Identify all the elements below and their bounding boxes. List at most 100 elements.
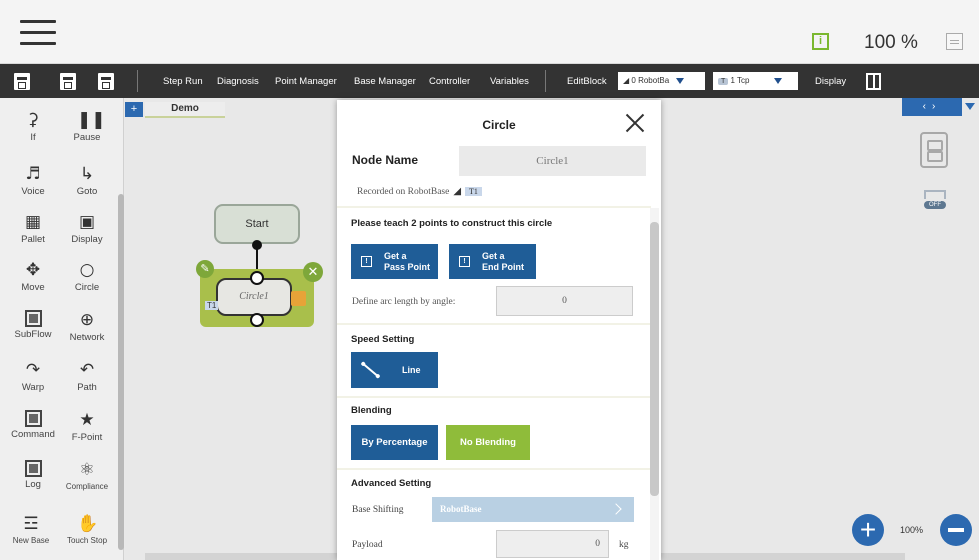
point-icon: ! [361, 256, 372, 267]
tab-nav-arrows[interactable]: ‹› [902, 98, 962, 116]
sidebar-item-label: If [30, 132, 36, 143]
output-port[interactable] [250, 313, 264, 327]
sidebar-item-label: Log [25, 479, 41, 490]
hamburger-menu-icon[interactable] [20, 20, 56, 46]
sidebar-scrollbar[interactable] [118, 194, 124, 550]
node-name-input[interactable] [459, 146, 646, 176]
circle-icon: ○ [79, 260, 95, 280]
sidebar-item-if[interactable]: ⚳ If [6, 110, 60, 143]
new-base-icon: ☲ [23, 514, 39, 534]
connector-dot [252, 240, 262, 250]
sidebar-item-label: Network [69, 332, 105, 343]
tcp-dropdown-value: 1 Tcp [730, 76, 750, 85]
display-button[interactable]: Display [815, 76, 846, 87]
chevron-right-icon [610, 503, 622, 515]
zoom-in-button[interactable]: + [852, 514, 884, 546]
zoom-level: 100% [900, 525, 924, 535]
base-manager-button[interactable]: Base Manager [354, 76, 416, 87]
dialog-scrollbar[interactable] [650, 222, 659, 496]
sidebar-item-log[interactable]: Log [6, 460, 60, 490]
step-run-button[interactable]: Step Run [163, 76, 203, 87]
display-icon: ▣ [78, 212, 96, 232]
by-percentage-button[interactable]: By Percentage [351, 425, 438, 460]
pause-icon: ❚❚ [77, 110, 106, 130]
sidebar-item-new-base[interactable]: ☲ New Base [4, 514, 58, 545]
get-pass-point-button[interactable]: ! Get a Pass Point [351, 244, 438, 279]
get-end-point-button[interactable]: ! Get a End Point [449, 244, 536, 279]
controller-button[interactable]: Controller [429, 76, 470, 87]
point-manager-button[interactable]: Point Manager [275, 76, 337, 87]
sidebar-item-circle[interactable]: ○ Circle [60, 260, 114, 293]
sidebar-item-subflow[interactable]: SubFlow [6, 310, 60, 340]
variables-button[interactable]: Variables [490, 76, 529, 87]
section-divider [337, 468, 651, 470]
sidebar-item-f-point[interactable]: ★ F-Point [60, 410, 114, 443]
arc-angle-label: Define arc length by angle: [352, 297, 456, 307]
recorded-on-text: Recorded on RobotBase [357, 187, 450, 197]
speed-percentage[interactable]: 100 % [864, 32, 918, 54]
button-label: Get a End Point [482, 251, 524, 272]
tcp-tag: T [718, 78, 729, 85]
minimize-icon[interactable] [946, 33, 963, 50]
delete-node-icon[interactable]: ✕ [303, 262, 323, 282]
chevron-down-icon[interactable] [965, 103, 975, 110]
edit-pencil-icon[interactable]: ✎ [196, 260, 214, 278]
payload-input[interactable] [496, 530, 609, 558]
log-icon [24, 460, 42, 477]
toolbar-divider [137, 70, 138, 92]
goto-arrow-icon: ↳ [79, 164, 95, 184]
base-shifting-label: Base Shifting [352, 505, 404, 515]
base-dropdown-value: 0 RobotBa [631, 76, 670, 85]
tab-demo[interactable]: Demo [145, 102, 225, 118]
sidebar-item-pallet[interactable]: ▦ Pallet [6, 212, 60, 245]
sidebar-item-pause[interactable]: ❚❚ Pause [60, 110, 114, 143]
base-dropdown[interactable]: ◢ 0 RobotBa [618, 72, 705, 90]
sidebar-item-label: Move [21, 282, 45, 293]
sidebar-item-compliance[interactable]: ⚛ Compliance [60, 460, 114, 491]
zoom-out-button[interactable] [940, 514, 972, 546]
info-icon[interactable]: i [812, 33, 829, 50]
display-panel-icon[interactable] [866, 73, 881, 90]
diagnosis-button[interactable]: Diagnosis [217, 76, 259, 87]
tcp-dropdown[interactable]: T 1 Tcp [713, 72, 798, 90]
flow-layout-icon[interactable] [920, 132, 948, 168]
sidebar-item-label: Pallet [21, 234, 45, 245]
sidebar-item-move[interactable]: ✥ Move [6, 260, 60, 293]
new-project-icon[interactable] [14, 73, 30, 90]
sidebar-item-voice[interactable]: ♬ Voice [6, 164, 60, 197]
sidebar-item-warp[interactable]: ↷ Warp [6, 360, 60, 393]
edit-block-button[interactable]: EditBlock [567, 76, 607, 87]
sidebar-item-label: Voice [21, 186, 45, 197]
sidebar-item-label: Pause [73, 132, 101, 143]
base-shifting-select[interactable]: RobotBase [432, 497, 634, 522]
input-port[interactable] [250, 271, 264, 285]
advanced-setting-heading: Advanced Setting [351, 478, 432, 489]
no-blending-button[interactable]: No Blending [446, 425, 530, 460]
line-speed-button[interactable]: Line [351, 352, 438, 388]
circle-dialog: Circle Node Name Recorded on RobotBase◢T… [337, 100, 661, 560]
toggle-off-icon[interactable]: OFF [924, 190, 946, 212]
sidebar-item-goto[interactable]: ↳ Goto [60, 164, 114, 197]
section-divider [337, 396, 651, 398]
sidebar-item-label: Path [77, 382, 97, 393]
recorded-on-info: Recorded on RobotBase ◢ T1 [357, 186, 482, 197]
sidebar-item-label: New Base [12, 536, 50, 545]
robot-arm-icon: ◢ [453, 186, 462, 197]
start-node[interactable]: Start [214, 204, 300, 244]
sidebar-item-label: Compliance [65, 482, 109, 491]
arc-angle-input[interactable] [496, 286, 633, 316]
sidebar-item-touch-stop[interactable]: ✋ Touch Stop [60, 514, 114, 545]
add-tab-button[interactable]: + [125, 102, 143, 117]
node-sidebar: ⚳ If ❚❚ Pause ♬ Voice ↳ Goto ▦ Pallet ▣ … [0, 98, 124, 560]
toolbar: Step Run Diagnosis Point Manager Base Ma… [0, 64, 979, 98]
sidebar-item-command[interactable]: Command [6, 410, 60, 440]
close-icon[interactable] [625, 113, 645, 133]
save-project-icon[interactable] [60, 73, 76, 90]
sidebar-item-path[interactable]: ↶ Path [60, 360, 114, 393]
save-as-icon[interactable] [98, 73, 114, 90]
tcp-tag: T1 [465, 187, 482, 196]
sidebar-item-display[interactable]: ▣ Display [60, 212, 114, 245]
sidebar-item-network[interactable]: ⊕ Network [60, 310, 114, 343]
payload-label: Payload [352, 540, 383, 550]
move-cross-icon: ✥ [25, 260, 41, 280]
